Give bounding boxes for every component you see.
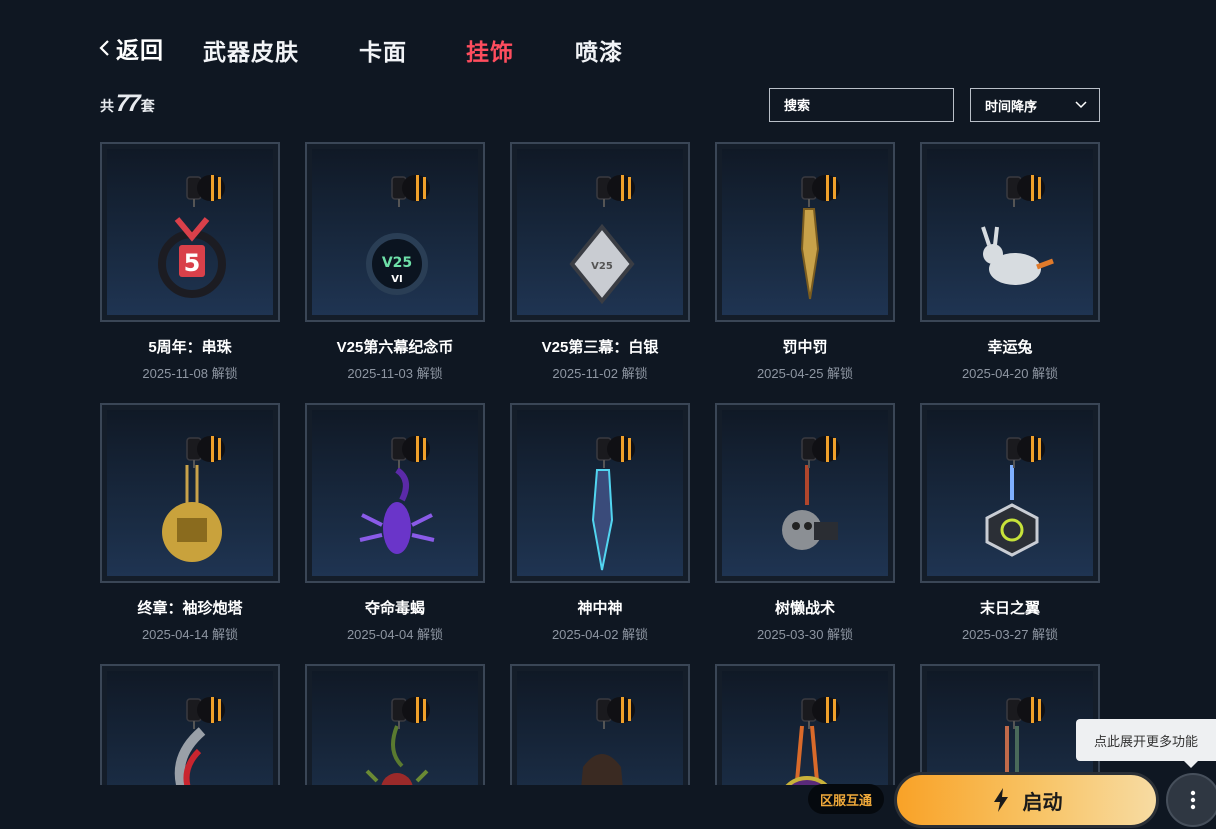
back-label: 返回 — [116, 37, 164, 63]
charm-unlock-date: 2025-04-20 解锁 — [961, 366, 1059, 381]
beads-charm-icon: 5 — [107, 149, 273, 315]
charm-thumbnail[interactable] — [100, 403, 280, 583]
item-count: 共 77 套 — [100, 90, 155, 118]
silver-diamond-charm-icon: V25 — [517, 149, 683, 315]
charm-unlock-date: 2025-11-03 解锁 — [347, 366, 443, 381]
turret-charm-icon — [107, 410, 273, 576]
charm-card[interactable]: 5 5周年：串珠 2025-11-08 解锁 — [100, 142, 280, 382]
svg-text:VI: VI — [391, 274, 402, 285]
lightning-icon — [993, 788, 1008, 812]
charm-name: 夺命毒蝎 — [364, 600, 425, 617]
charm-unlock-date: 2025-04-04 解锁 — [346, 627, 444, 642]
count-suffix: 套 — [140, 98, 155, 114]
red-hook-charm-icon — [107, 671, 273, 785]
top-nav: 返回 — [98, 30, 164, 66]
charm-name: 终章：袖珍炮塔 — [137, 600, 243, 617]
charm-thumbnail[interactable] — [920, 403, 1100, 583]
more-options-button[interactable] — [1166, 773, 1216, 827]
charm-card[interactable] — [715, 664, 895, 785]
charm-thumbnail[interactable] — [715, 403, 895, 583]
strap-charm-icon — [927, 671, 1093, 785]
count-value: 77 — [116, 90, 141, 117]
charm-name: V25第三幕：白银 — [541, 339, 659, 356]
charm-card[interactable]: 神中神 2025-04-02 解锁 — [510, 403, 690, 643]
charm-thumbnail[interactable] — [305, 403, 485, 583]
charm-unlock-date: 2025-04-02 解锁 — [551, 627, 649, 642]
rabbit-charm-icon — [927, 149, 1093, 315]
crystal-blade-charm-icon — [517, 410, 683, 576]
charm-thumbnail[interactable] — [510, 664, 690, 785]
chevron-down-icon — [1075, 101, 1087, 109]
charm-thumbnail[interactable] — [510, 403, 690, 583]
coin-charm-icon: V25 VI — [312, 149, 478, 315]
charm-name: 树懒战术 — [774, 600, 835, 617]
purple-ball-charm-icon — [722, 671, 888, 785]
charm-card[interactable] — [510, 664, 690, 785]
charm-card[interactable]: 终章：袖珍炮塔 2025-04-14 解锁 — [100, 403, 280, 643]
tab-cards[interactable]: 卡面 — [359, 33, 407, 67]
charm-unlock-date: 2025-04-25 解锁 — [756, 366, 854, 381]
charm-name: 5周年：串珠 — [148, 339, 232, 356]
charm-unlock-date: 2025-03-30 解锁 — [756, 627, 854, 642]
count-prefix: 共 — [100, 98, 114, 114]
golden-blade-charm-icon — [722, 149, 888, 315]
sort-dropdown[interactable]: 时间降序 — [970, 88, 1100, 122]
charm-thumbnail[interactable] — [920, 664, 1100, 785]
more-functions-tooltip: 点此展开更多功能 — [1076, 719, 1216, 768]
charm-card[interactable] — [100, 664, 280, 785]
launch-button[interactable]: 启动 — [894, 772, 1159, 828]
charm-name: 罚中罚 — [782, 339, 828, 356]
charm-name: 末日之翼 — [979, 600, 1040, 617]
charm-card[interactable]: V25 V25第三幕：白银 2025-11-02 解锁 — [510, 142, 690, 382]
back-button[interactable]: 返回 — [98, 31, 164, 65]
charm-card[interactable]: 幸运兔 2025-04-20 解锁 — [920, 142, 1100, 382]
agent-figure-charm-icon — [517, 671, 683, 785]
charm-unlock-date: 2025-11-08 解锁 — [142, 366, 238, 381]
charm-thumbnail[interactable]: V25 VI — [305, 142, 485, 322]
region-badge: 区服互通 — [808, 784, 885, 814]
charm-thumbnail[interactable] — [715, 142, 895, 322]
svg-text:5: 5 — [184, 249, 201, 277]
svg-text:V25: V25 — [382, 255, 412, 271]
wing-emblem-charm-icon — [927, 410, 1093, 576]
sort-value: 时间降序 — [985, 98, 1038, 114]
svg-text:V25: V25 — [591, 261, 613, 272]
more-vertical-icon — [1190, 790, 1196, 810]
tab-sprays[interactable]: 喷漆 — [575, 33, 623, 67]
charm-thumbnail[interactable] — [100, 664, 280, 785]
charm-card[interactable]: 末日之翼 2025-03-27 解锁 — [920, 403, 1100, 643]
launch-label: 启动 — [1022, 791, 1063, 814]
tab-charms[interactable]: 挂饰 — [466, 33, 514, 67]
charm-thumbnail[interactable] — [305, 664, 485, 785]
charm-name: V25第六幕纪念币 — [336, 339, 454, 356]
charm-card[interactable]: 夺命毒蝎 2025-04-04 解锁 — [305, 403, 485, 643]
charm-thumbnail[interactable]: V25 — [510, 142, 690, 322]
charm-thumbnail[interactable] — [715, 664, 895, 785]
search-input[interactable] — [769, 88, 954, 122]
charm-card[interactable]: 罚中罚 2025-04-25 解锁 — [715, 142, 895, 382]
scorpion-charm-icon — [312, 410, 478, 576]
charm-card[interactable]: 树懒战术 2025-03-30 解锁 — [715, 403, 895, 643]
charm-unlock-date: 2025-04-14 解锁 — [141, 627, 239, 642]
sloth-charm-icon — [722, 410, 888, 576]
charm-unlock-date: 2025-03-27 解锁 — [961, 627, 1059, 642]
plant-charm-icon — [312, 671, 478, 785]
charm-name: 幸运兔 — [987, 339, 1033, 356]
charm-grid: 5 5周年：串珠 2025-11-08 解锁 V25 VI V25第六幕纪念币 2025-1… — [100, 142, 1100, 785]
charm-unlock-date: 2025-11-02 解锁 — [552, 366, 648, 381]
chevron-left-icon — [99, 40, 109, 56]
charm-thumbnail[interactable]: 5 — [100, 142, 280, 322]
charm-card[interactable]: V25 VI V25第六幕纪念币 2025-11-03 解锁 — [305, 142, 485, 382]
charm-name: 神中神 — [577, 600, 623, 617]
tab-weapon-skins[interactable]: 武器皮肤 — [203, 33, 299, 67]
charm-card[interactable] — [920, 664, 1100, 785]
charm-thumbnail[interactable] — [920, 142, 1100, 322]
charm-card[interactable] — [305, 664, 485, 785]
